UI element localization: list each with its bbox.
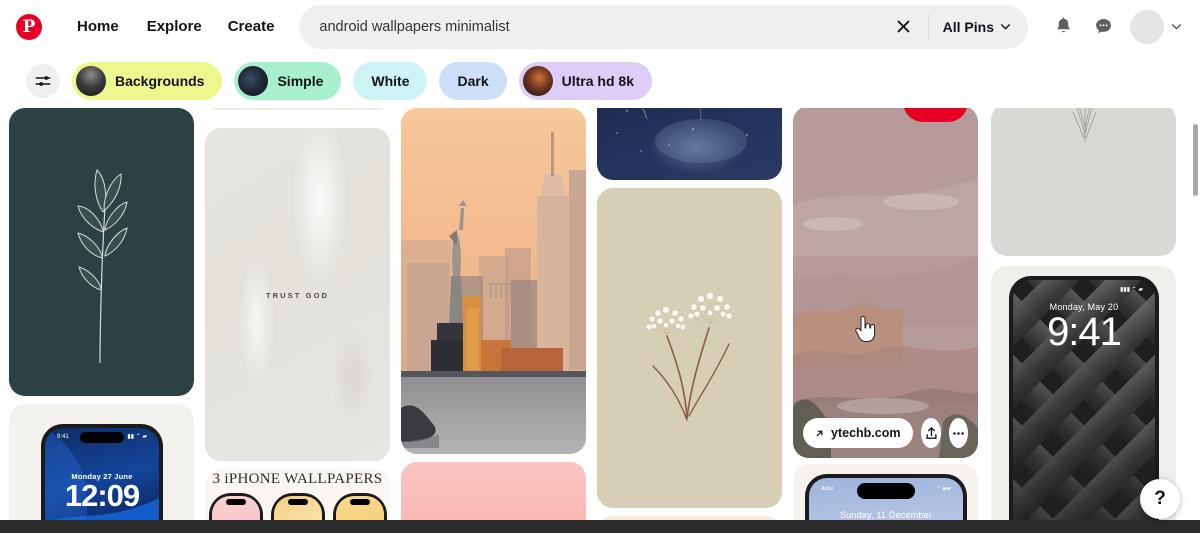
pin-overlay-controls: ytechb.com	[803, 418, 968, 448]
chip-thumbnail-ultra-hd-8k	[522, 65, 553, 96]
pin-dandelion[interactable]	[597, 188, 782, 508]
pin-grey-plant[interactable]	[991, 108, 1176, 256]
top-navigation-bar: P Home Explore Create android wallpapers…	[0, 0, 1200, 53]
pin-mountain[interactable]: Save ytechb.com	[793, 108, 978, 458]
chip-label-dark: Dark	[457, 72, 489, 89]
lockscreen-time: 12:09	[64, 478, 140, 513]
search-bar[interactable]: android wallpapers minimalist All Pins	[299, 4, 1028, 49]
chip-label-backgrounds: Backgrounds	[115, 72, 205, 89]
filter-settings-button[interactable]	[26, 63, 60, 98]
clear-search-button[interactable]	[886, 9, 922, 45]
bell-icon	[1056, 17, 1070, 33]
mountain-landscape-illustration	[793, 108, 978, 458]
nav-home[interactable]: Home	[62, 9, 134, 44]
pin-partial-top[interactable]	[205, 108, 390, 110]
filter-chip-row: Backgrounds Simple White Dark Ultra hd 8…	[0, 53, 1200, 108]
pin-night-sky[interactable]	[597, 108, 782, 180]
search-input[interactable]: android wallpapers minimalist	[299, 19, 885, 35]
bottom-bar	[0, 520, 1200, 533]
pin-botanical[interactable]	[9, 108, 194, 396]
pin-trust-god[interactable]: TRUST GOD	[205, 128, 390, 461]
pin-blue-phone-lockscreen[interactable]: 9:41 ▮▮ ⌃ ▰ Monday 27 June 12:09 Reminde…	[9, 404, 194, 533]
nav-create[interactable]: Create	[215, 9, 288, 44]
lockscreen-date: Sunday, 11 December	[839, 510, 933, 520]
nav-explore[interactable]: Explore	[134, 9, 215, 44]
status-time: 9:41	[57, 433, 69, 440]
more-options-button[interactable]	[948, 418, 968, 448]
trust-god-text: TRUST GOD	[265, 291, 330, 301]
pin-source-link[interactable]: ytechb.com	[803, 418, 914, 448]
pin-grid: 9:41 ▮▮ ⌃ ▰ Monday 27 June 12:09 Reminde…	[0, 108, 1200, 533]
phone-status-bar: Airtel ⌃ ▰▰	[809, 486, 963, 492]
messages-button[interactable]	[1086, 10, 1120, 44]
leaf-sprig-illustration	[77, 169, 128, 364]
lockscreen-time: 9:41	[1047, 310, 1122, 354]
chip-backgrounds[interactable]: Backgrounds	[72, 61, 223, 100]
chip-label-simple: Simple	[277, 72, 324, 89]
phone-screen: ▮▮▮ ⌃ ▰ Monday, May 20 9:41	[1013, 280, 1155, 533]
chip-thumbnail-simple	[238, 65, 269, 96]
dandelion-illustration	[646, 292, 733, 421]
status-icons: ▮▮▮ ⌃ ▰	[1120, 287, 1143, 293]
scrollbar-track[interactable]	[1192, 108, 1200, 533]
avatar[interactable]	[1130, 9, 1164, 44]
close-icon	[897, 20, 910, 33]
pin-nyc-skyline[interactable]	[401, 108, 586, 454]
chevron-down-icon	[1171, 24, 1181, 30]
pin-source-label: ytechb.com	[831, 426, 901, 440]
chip-label-ultra-hd-8k: Ultra hd 8k	[561, 72, 634, 89]
nyc-skyline-illustration	[401, 108, 586, 454]
chip-dark[interactable]: Dark	[439, 61, 507, 100]
phone-notch-2	[288, 499, 308, 505]
dandelion-head-2	[687, 292, 733, 325]
phone-notch-3	[350, 499, 370, 505]
phone-status-bar: ▮▮▮ ⌃ ▰	[1013, 286, 1155, 293]
help-button[interactable]: ?	[1140, 479, 1180, 519]
chip-thumbnail-backgrounds	[76, 65, 106, 96]
pinterest-logo-letter: P	[22, 16, 36, 37]
chip-label-white: White	[371, 72, 410, 89]
carrier-label: Airtel	[821, 486, 834, 492]
dandelion-head-1	[646, 306, 686, 335]
share-icon	[926, 426, 937, 439]
status-icons: ⌃ ▰▰	[936, 486, 951, 492]
phone-status-bar: 9:41 ▮▮ ⌃ ▰	[45, 433, 159, 441]
all-pins-dropdown[interactable]: All Pins	[929, 5, 1028, 49]
chip-simple[interactable]: Simple	[234, 61, 342, 100]
chip-white[interactable]: White	[353, 61, 428, 100]
starry-sky-illustration	[616, 108, 748, 163]
all-pins-label: All Pins	[942, 18, 994, 35]
phone-notch-1	[226, 499, 246, 505]
status-icons: ▮▮ ⌃ ▰	[127, 434, 147, 440]
ellipsis-icon	[953, 431, 964, 435]
share-button[interactable]	[921, 418, 941, 448]
plant-sprig-illustration	[1072, 108, 1097, 143]
message-icon	[1095, 18, 1111, 34]
account-menu-button[interactable]	[1166, 20, 1186, 33]
pinterest-logo[interactable]: P	[16, 13, 42, 40]
sliders-icon	[35, 75, 51, 86]
scrollbar-thumb[interactable]	[1193, 124, 1198, 196]
help-icon: ?	[1154, 488, 1166, 509]
phone-screen: 9:41 ▮▮ ⌃ ▰ Monday 27 June 12:09 Reminde…	[45, 428, 159, 533]
chevron-down-icon	[1001, 24, 1010, 30]
three-wallpapers-title: 3 iPHONE WALLPAPERS	[212, 471, 383, 487]
chip-ultra-hd-8k[interactable]: Ultra hd 8k	[518, 61, 652, 100]
notifications-button[interactable]	[1046, 10, 1080, 44]
external-link-icon	[816, 430, 823, 436]
